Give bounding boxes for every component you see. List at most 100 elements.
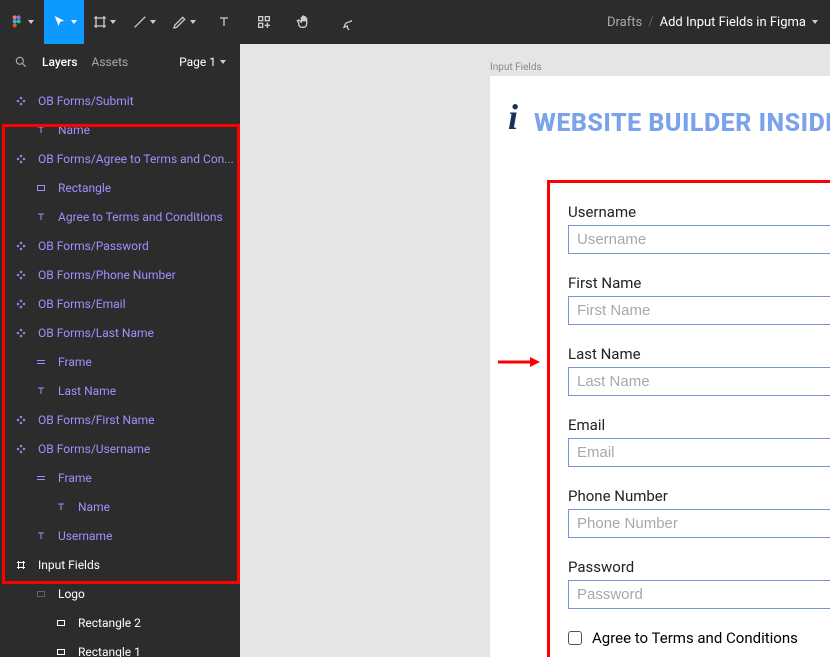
label-email: Email [568, 416, 830, 434]
layer-row[interactable]: Input Fields [0, 550, 240, 579]
frame-icon [34, 471, 48, 485]
layer-row[interactable]: Frame [0, 347, 240, 376]
checkbox-agree[interactable] [568, 631, 582, 645]
layer-row[interactable]: OB Forms/Phone Number [0, 260, 240, 289]
pencil-tool-button[interactable] [164, 0, 204, 44]
layer-row[interactable]: Rectangle 1 [0, 637, 240, 657]
layer-row[interactable]: Name [0, 492, 240, 521]
layer-row[interactable]: Frame [0, 463, 240, 492]
form-container: Username First Name Last Name Email Phon… [547, 180, 830, 657]
tab-assets[interactable]: Assets [92, 55, 129, 69]
comment-tool-button[interactable] [324, 0, 364, 44]
component-icon [14, 152, 28, 166]
search-icon[interactable] [14, 55, 28, 69]
layer-row[interactable]: Name [0, 115, 240, 144]
breadcrumb: Drafts / Add Input Fields in Figma [607, 15, 830, 30]
layer-label: Name [58, 123, 90, 137]
chevron-down-icon [190, 20, 196, 24]
move-tool-button[interactable] [44, 0, 84, 44]
layer-label: Rectangle 1 [78, 645, 141, 657]
text-icon [216, 14, 232, 30]
pen-line-icon [132, 14, 148, 30]
layer-label: OB Forms/Email [38, 297, 126, 311]
field-password: Password [568, 558, 830, 609]
text-tool-button[interactable] [204, 0, 244, 44]
breadcrumb-file-name[interactable]: Add Input Fields in Figma [660, 15, 806, 30]
text-icon [34, 123, 48, 137]
layer-row[interactable]: OB Forms/Username [0, 434, 240, 463]
frame-title-label[interactable]: Input Fields [490, 62, 542, 73]
canvas[interactable]: Input Fields i WEBSITE BUILDER INSIDER U… [240, 44, 830, 657]
layer-row[interactable]: Last Name [0, 376, 240, 405]
layer-row[interactable]: OB Forms/Submit [0, 86, 240, 115]
text-icon [34, 384, 48, 398]
layer-row[interactable]: Agree to Terms and Conditions [0, 202, 240, 231]
comment-icon [336, 14, 352, 30]
label-password: Password [568, 558, 830, 576]
input-phone[interactable] [568, 509, 830, 538]
label-lastname: Last Name [568, 345, 830, 363]
pen-tool-button[interactable] [124, 0, 164, 44]
tab-layers[interactable]: Layers [42, 55, 78, 69]
rect-icon [34, 181, 48, 195]
layer-label: OB Forms/Agree to Terms and Con... [38, 152, 234, 166]
frame-tool-button[interactable] [84, 0, 124, 44]
component-icon [14, 94, 28, 108]
layer-row[interactable]: Username [0, 521, 240, 550]
cursor-icon [52, 14, 68, 30]
text-icon [34, 529, 48, 543]
hand-tool-button[interactable] [284, 0, 324, 44]
logo: i WEBSITE BUILDER INSIDER [490, 76, 830, 174]
input-password[interactable] [568, 580, 830, 609]
field-username: Username [568, 203, 830, 254]
layer-label: Last Name [58, 384, 116, 398]
input-lastname[interactable] [568, 367, 830, 396]
layer-label: Rectangle [58, 181, 111, 195]
layer-row[interactable]: Rectangle 2 [0, 608, 240, 637]
component-icon [14, 268, 28, 282]
layer-label: OB Forms/Password [38, 239, 149, 253]
rect-icon [54, 645, 68, 657]
chevron-down-icon [28, 20, 34, 24]
field-firstname: First Name [568, 274, 830, 325]
breadcrumb-separator: / [648, 15, 653, 30]
frame-white-icon [14, 558, 28, 572]
component-icon [14, 297, 28, 311]
resources-button[interactable] [244, 0, 284, 44]
input-firstname[interactable] [568, 296, 830, 325]
label-firstname: First Name [568, 274, 830, 292]
layer-row[interactable]: Logo [0, 579, 240, 608]
pencil-icon [172, 14, 188, 30]
layer-label: OB Forms/Last Name [38, 326, 154, 340]
figma-logo-icon [10, 14, 26, 30]
layer-row[interactable]: OB Forms/Agree to Terms and Con... [0, 144, 240, 173]
frame-icon [34, 355, 48, 369]
layer-row[interactable]: OB Forms/Email [0, 289, 240, 318]
figma-menu-button[interactable] [0, 0, 44, 44]
rect-icon [54, 616, 68, 630]
component-icon [14, 239, 28, 253]
chevron-down-icon [71, 20, 77, 24]
layer-row[interactable]: OB Forms/Password [0, 231, 240, 260]
label-username: Username [568, 203, 830, 221]
label-agree: Agree to Terms and Conditions [592, 629, 798, 647]
arrow-annotation [498, 356, 540, 368]
layer-label: Input Fields [38, 558, 100, 572]
layer-row[interactable]: OB Forms/First Name [0, 405, 240, 434]
layer-row[interactable]: OB Forms/Last Name [0, 318, 240, 347]
breadcrumb-drafts[interactable]: Drafts [607, 15, 642, 30]
page-selector[interactable]: Page 1 [179, 55, 226, 69]
layer-label: Agree to Terms and Conditions [58, 210, 223, 224]
frame-icon [92, 14, 108, 30]
field-email: Email [568, 416, 830, 467]
layer-label: Username [58, 529, 112, 543]
input-username[interactable] [568, 225, 830, 254]
input-email[interactable] [568, 438, 830, 467]
component-icon [14, 413, 28, 427]
chevron-down-icon[interactable] [812, 20, 818, 24]
layer-label: Rectangle 2 [78, 616, 141, 630]
main: Layers Assets Page 1 OB Forms/Submit Name… [0, 44, 830, 657]
page-label: Page 1 [179, 55, 216, 69]
top-toolbar: Drafts / Add Input Fields in Figma [0, 0, 830, 44]
layer-row[interactable]: Rectangle [0, 173, 240, 202]
